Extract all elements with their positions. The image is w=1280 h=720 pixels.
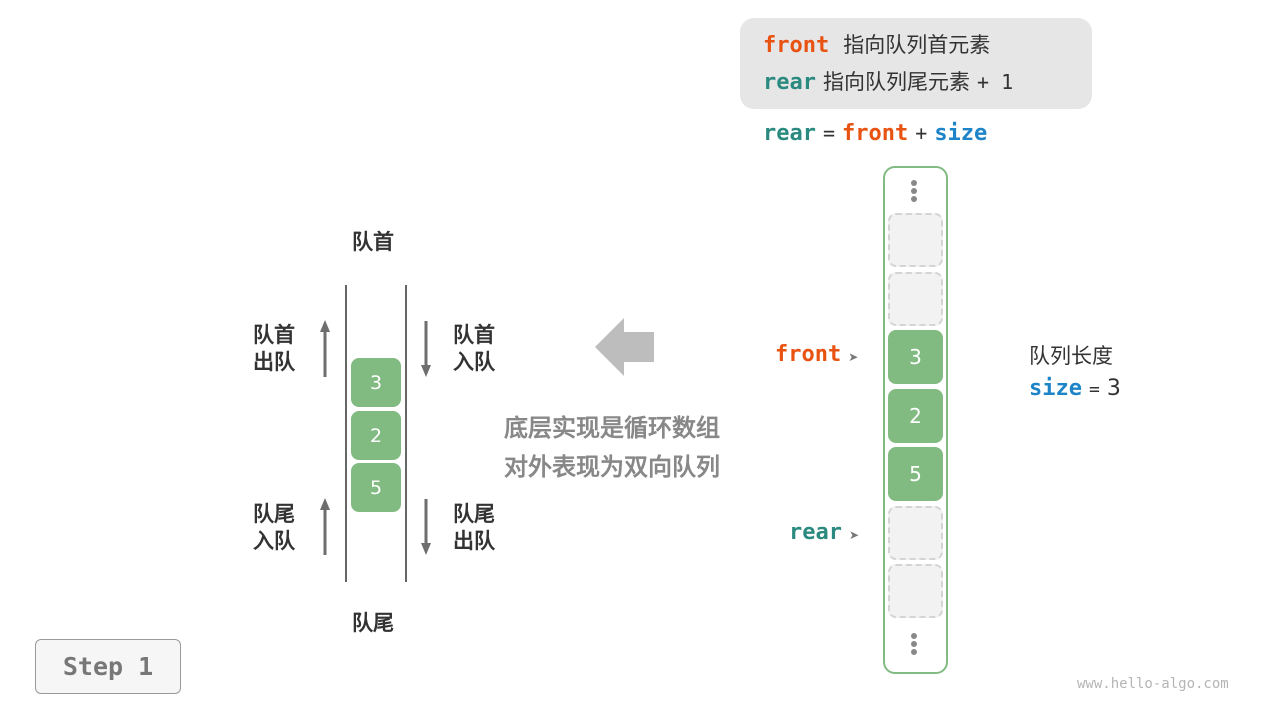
front-push-label: 队首 入队	[453, 322, 495, 376]
rear-pop-label-line2: 出队	[453, 529, 495, 553]
deque-top-label: 队首	[352, 230, 394, 254]
array-cell-filled: 5	[888, 447, 943, 501]
array-cell-filled: 3	[888, 330, 943, 384]
size-number: 3	[1106, 376, 1121, 401]
formula-front: front	[842, 121, 909, 146]
rear-pop-label-line1: 队尾	[453, 502, 495, 526]
deque-arrows	[320, 320, 431, 555]
front-pointer: front ➤	[775, 341, 858, 371]
rear-push-label: 队尾 入队	[253, 501, 295, 555]
left-arrow-icon	[595, 318, 654, 376]
formula-plus: +	[915, 121, 928, 145]
legend-rear-line: rear 指向队列尾元素 + 1	[763, 67, 1013, 98]
rear-push-arrow-icon	[320, 498, 330, 555]
size-var: size	[1029, 376, 1082, 401]
ellipsis-bottom-icon	[910, 633, 918, 655]
front-push-arrow-icon	[421, 321, 431, 377]
array-cell-empty	[888, 505, 943, 560]
rear-pop-arrow-icon	[421, 499, 431, 555]
legend-front-line: front 指向队列首元素	[763, 30, 990, 61]
front-pointer-arrow-icon: ➤	[848, 350, 859, 364]
deque-bottom-label: 队尾	[352, 611, 394, 635]
front-push-label-line1: 队首	[453, 323, 495, 347]
rear-pointer: rear ➤	[789, 519, 859, 549]
front-pop-arrow-icon	[320, 320, 330, 377]
array-cell-filled: 2	[888, 388, 943, 443]
step-button[interactable]: Step 1	[35, 639, 181, 694]
legend-rear-desc: 指向队列尾元素	[822, 70, 970, 94]
rear-pop-label: 队尾 出队	[453, 501, 495, 555]
legend-rear-var: rear	[763, 70, 816, 95]
rear-push-label-line2: 入队	[253, 529, 295, 553]
ellipsis-top-icon	[910, 180, 918, 202]
caption-line2: 对外表现为双向队列	[504, 453, 720, 481]
legend-front-var: front	[763, 33, 830, 58]
array-cell-empty	[888, 213, 943, 267]
front-pop-label: 队首 出队	[253, 322, 295, 376]
front-pop-label-line2: 出队	[253, 350, 295, 374]
array-cell-empty	[888, 564, 943, 618]
size-value-line: size = 3	[1029, 376, 1121, 401]
size-title: 队列长度	[1029, 344, 1113, 368]
formula-rear: rear	[763, 121, 816, 146]
legend-rear-suffix: + 1	[976, 70, 1014, 94]
front-pop-label-line1: 队首	[253, 323, 295, 347]
formula-equals: =	[822, 121, 836, 145]
size-equals: =	[1088, 379, 1100, 400]
array-cell-empty	[888, 271, 943, 326]
front-push-label-line2: 入队	[453, 350, 495, 374]
caption-line1: 底层实现是循环数组	[504, 414, 720, 442]
rear-push-label-line1: 队尾	[253, 502, 295, 526]
front-pointer-label: front	[775, 342, 842, 367]
formula: rear = front + size	[763, 118, 987, 149]
rear-pointer-label: rear	[789, 520, 842, 545]
formula-size: size	[934, 121, 988, 146]
watermark: www.hello-algo.com	[1077, 676, 1229, 692]
legend-front-desc: 指向队列首元素	[843, 33, 991, 57]
rear-pointer-arrow-icon: ➤	[848, 528, 860, 542]
